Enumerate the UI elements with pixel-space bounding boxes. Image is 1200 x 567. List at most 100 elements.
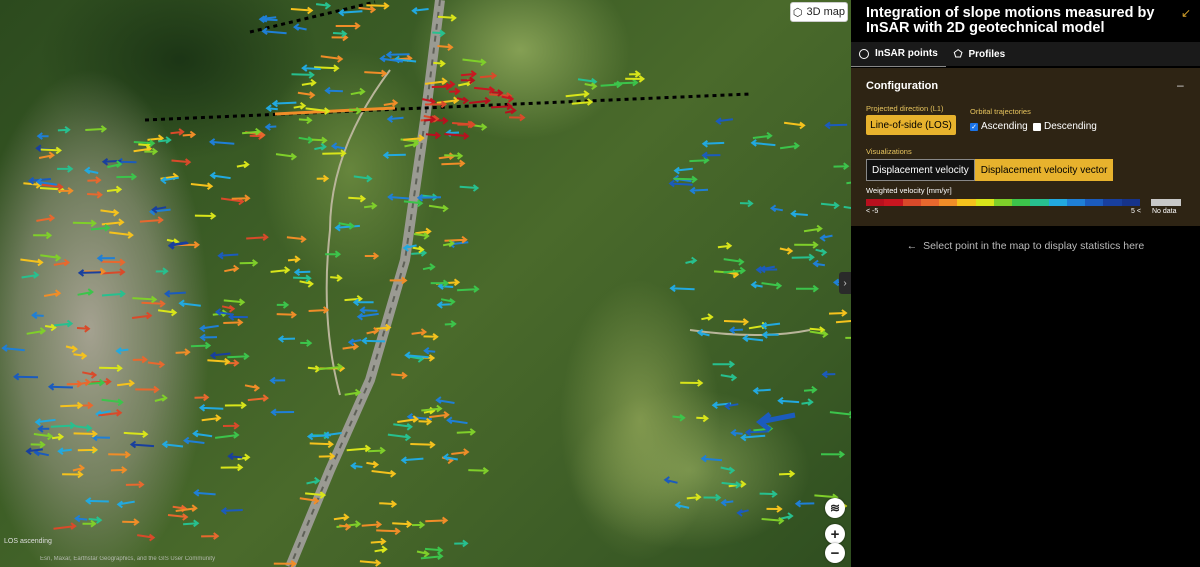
insar-vector-arrow[interactable]	[829, 411, 851, 419]
insar-vector-arrow[interactable]	[33, 231, 53, 240]
insar-vector-arrow[interactable]	[298, 116, 313, 125]
insar-vector-arrow[interactable]	[132, 355, 148, 364]
3d-map-button[interactable]: ⬡ 3D map	[790, 2, 848, 22]
insar-vector-arrow[interactable]	[457, 285, 480, 293]
insar-vector-arrow[interactable]	[371, 470, 397, 478]
displacement-velocity-button[interactable]: Displacement velocity	[866, 159, 975, 181]
insar-vector-arrow[interactable]	[193, 489, 216, 497]
insar-vector-arrow[interactable]	[286, 235, 307, 243]
insar-vector-arrow[interactable]	[82, 519, 97, 528]
insar-vector-arrow[interactable]	[139, 216, 164, 224]
insar-vector-arrow[interactable]	[324, 86, 343, 95]
insar-vector-arrow[interactable]	[333, 513, 350, 521]
insar-vector-arrow[interactable]	[342, 342, 360, 351]
insar-vector-arrow[interactable]	[116, 379, 135, 387]
insar-vector-arrow[interactable]	[442, 453, 458, 461]
insar-vector-arrow[interactable]	[685, 256, 698, 265]
insar-vector-arrow[interactable]	[821, 370, 836, 379]
insar-vector-arrow[interactable]	[565, 90, 590, 98]
displacement-velocity-vector-button[interactable]: Displacement velocity vector	[974, 159, 1114, 181]
insar-vector-arrow[interactable]	[199, 324, 219, 333]
insar-vector-arrow[interactable]	[209, 171, 231, 180]
insar-vector-arrow[interactable]	[223, 298, 246, 306]
insar-vector-arrow[interactable]	[376, 527, 401, 536]
insar-vector-arrow[interactable]	[26, 327, 47, 335]
insar-vector-arrow[interactable]	[673, 166, 693, 175]
insar-vector-arrow[interactable]	[99, 364, 123, 372]
insar-vector-arrow[interactable]	[448, 87, 461, 96]
zoom-out-button[interactable]: −	[825, 543, 845, 563]
insar-vector-arrow[interactable]	[411, 328, 428, 336]
insar-vector-arrow[interactable]	[132, 295, 158, 304]
insar-vector-arrow[interactable]	[444, 132, 470, 140]
insar-vector-arrow[interactable]	[110, 466, 128, 474]
insar-vector-arrow[interactable]	[40, 254, 62, 262]
insar-vector-arrow[interactable]	[411, 249, 428, 257]
insar-vector-arrow[interactable]	[75, 424, 93, 432]
insar-vector-arrow[interactable]	[318, 452, 336, 460]
insar-vector-arrow[interactable]	[779, 512, 794, 520]
insar-vector-arrow[interactable]	[815, 248, 828, 257]
insar-vector-arrow[interactable]	[207, 357, 231, 366]
insar-vector-arrow[interactable]	[828, 309, 848, 317]
insar-vector-arrow[interactable]	[779, 142, 800, 150]
insar-vector-arrow[interactable]	[382, 151, 406, 159]
insar-vector-arrow[interactable]	[436, 301, 452, 309]
insar-vector-arrow[interactable]	[820, 450, 846, 459]
insar-vector-arrow[interactable]	[36, 214, 56, 222]
insar-vector-arrow[interactable]	[277, 335, 296, 343]
insar-vector-arrow[interactable]	[73, 430, 98, 438]
insar-vector-arrow[interactable]	[364, 252, 380, 260]
insar-vector-arrow[interactable]	[273, 560, 297, 567]
insar-vector-arrow[interactable]	[473, 86, 496, 94]
insar-vector-arrow[interactable]	[457, 120, 476, 129]
insar-vector-arrow[interactable]	[101, 218, 125, 226]
insar-vector-arrow[interactable]	[672, 414, 686, 422]
insar-vector-arrow[interactable]	[740, 433, 766, 442]
insar-vector-arrow[interactable]	[108, 450, 131, 459]
insar-vector-arrow[interactable]	[183, 436, 205, 445]
insar-vector-arrow[interactable]	[290, 6, 314, 15]
insar-vector-arrow[interactable]	[629, 70, 642, 78]
insar-vector-arrow[interactable]	[1, 344, 25, 352]
insar-vector-arrow[interactable]	[246, 233, 269, 241]
insar-vector-arrow[interactable]	[307, 365, 322, 373]
insar-vector-arrow[interactable]	[350, 462, 363, 470]
insar-vector-arrow[interactable]	[314, 143, 327, 151]
insar-vector-arrow[interactable]	[750, 280, 763, 289]
insar-vector-arrow[interactable]	[50, 421, 76, 430]
insar-vector-arrow[interactable]	[700, 454, 723, 463]
insar-vector-arrow[interactable]	[275, 152, 298, 161]
insar-vector-arrow[interactable]	[161, 440, 184, 449]
insar-vector-arrow[interactable]	[100, 209, 120, 217]
insar-vector-arrow[interactable]	[584, 82, 598, 90]
insar-vector-arrow[interactable]	[54, 319, 74, 328]
map-view[interactable]: ⬡ 3D map › ≋ + − LOS ascending Esri, Max…	[0, 0, 851, 567]
insar-vector-arrow[interactable]	[437, 43, 454, 51]
insar-vector-arrow[interactable]	[171, 158, 192, 166]
insar-vector-arrow[interactable]	[115, 347, 129, 355]
insar-vector-arrow[interactable]	[270, 408, 295, 417]
insar-vector-arrow[interactable]	[74, 514, 88, 523]
insar-vector-arrow[interactable]	[374, 545, 388, 554]
insar-vector-arrow[interactable]	[106, 185, 123, 194]
tab-insar-points[interactable]: InSAR points	[851, 42, 946, 67]
insar-vector-arrow[interactable]	[728, 326, 743, 334]
insar-vector-arrow[interactable]	[391, 371, 408, 380]
insar-vector-arrow[interactable]	[761, 331, 779, 339]
insar-vector-arrow[interactable]	[723, 258, 745, 266]
insar-vector-arrow[interactable]	[147, 360, 166, 369]
insar-vector-arrow[interactable]	[444, 235, 468, 244]
insar-vector-arrow[interactable]	[30, 440, 46, 449]
insar-vector-arrow[interactable]	[356, 312, 379, 321]
insar-vector-arrow[interactable]	[689, 186, 709, 195]
los-button[interactable]: Line-of-side (LOS)	[866, 115, 956, 135]
insar-vector-arrow[interactable]	[214, 431, 240, 439]
insar-vector-arrow[interactable]	[701, 313, 714, 321]
insar-vector-arrow[interactable]	[736, 509, 749, 517]
insar-vector-arrow[interactable]	[131, 311, 153, 320]
insar-vector-arrow[interactable]	[90, 224, 111, 232]
insar-vector-arrow[interactable]	[459, 184, 480, 192]
insar-vector-arrow[interactable]	[190, 341, 212, 350]
insar-vector-arrow[interactable]	[383, 99, 399, 107]
